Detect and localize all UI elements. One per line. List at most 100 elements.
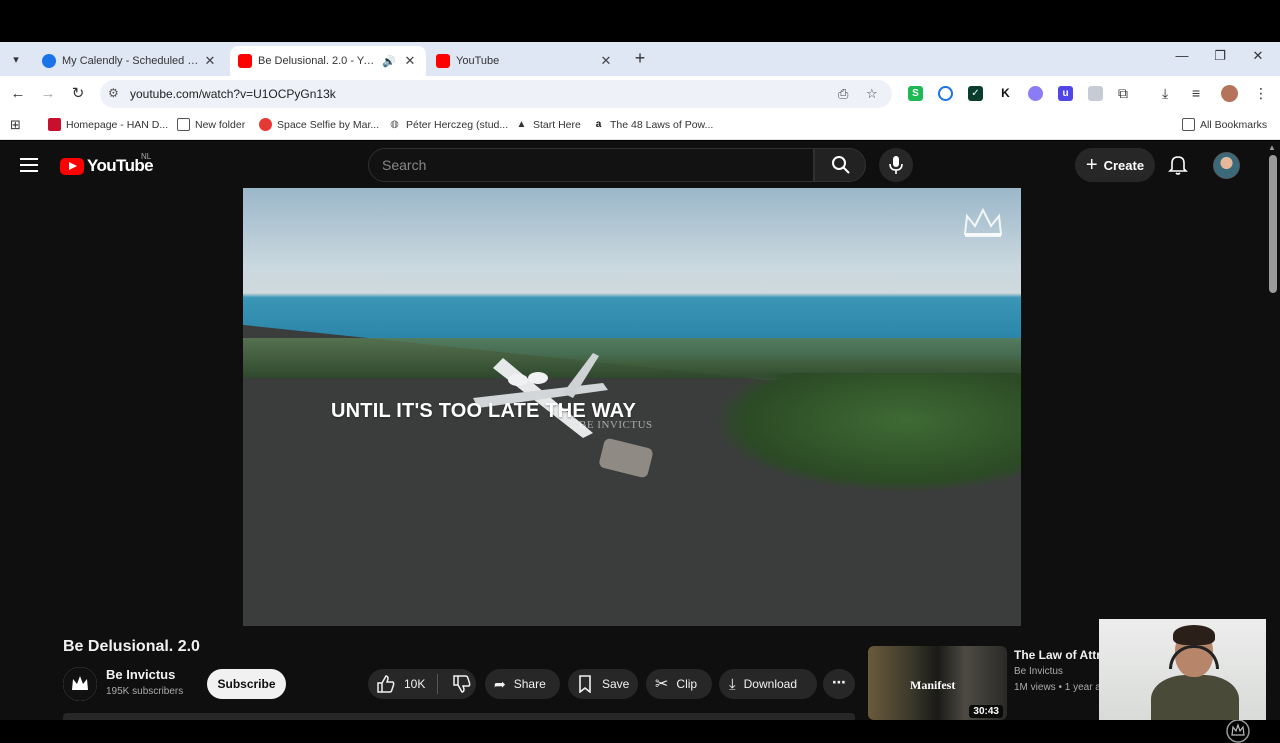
- youtube-favicon-icon: [436, 54, 450, 68]
- airplane-graphic: [473, 353, 608, 438]
- share-button[interactable]: ➦ Share: [485, 669, 560, 699]
- account-avatar[interactable]: [1213, 152, 1240, 179]
- notifications-bell-icon[interactable]: [1168, 154, 1188, 176]
- thumbs-down-icon[interactable]: [452, 674, 472, 694]
- scroll-up-icon[interactable]: ▲: [1268, 143, 1276, 152]
- download-icon: ⤓: [729, 675, 736, 693]
- extension-s-icon[interactable]: S: [908, 86, 923, 101]
- forward-icon[interactable]: →: [38, 84, 58, 104]
- extensions-puzzle-icon[interactable]: ⧉: [1118, 85, 1128, 102]
- reload-icon[interactable]: ↻: [68, 84, 88, 104]
- bookmark-star-icon[interactable]: ☆: [866, 86, 878, 102]
- bookmark-item[interactable]: Homepage - HAN D...: [48, 118, 168, 131]
- scissors-icon: ✂: [655, 676, 669, 693]
- restore-icon[interactable]: ❐: [1206, 48, 1234, 68]
- tab-search-button[interactable]: ▾: [6, 50, 26, 70]
- new-tab-button[interactable]: +: [630, 48, 650, 68]
- bookmark-label: The 48 Laws of Pow...: [610, 118, 714, 131]
- tab-label: Be Delusional. 2.0 - YouTube: [258, 55, 376, 67]
- recommended-channel[interactable]: Be Invictus: [1014, 666, 1063, 677]
- channel-name[interactable]: Be Invictus: [106, 667, 175, 682]
- extension-shield-icon[interactable]: [1088, 86, 1103, 101]
- video-player[interactable]: UNTIL IT'S TOO LATE THE WAY BE INVICTUS: [243, 188, 1021, 626]
- subscribe-button[interactable]: Subscribe: [207, 669, 286, 699]
- video-title: Be Delusional. 2.0: [63, 638, 200, 655]
- bookmark-label: New folder: [195, 118, 246, 131]
- thumbnail-text: Manifest: [910, 678, 956, 692]
- more-actions-icon[interactable]: ⋯: [823, 669, 855, 699]
- tab-youtube[interactable]: YouTube ✕: [428, 46, 622, 76]
- create-label: Create: [1103, 157, 1145, 173]
- site-info-icon[interactable]: ⚙: [108, 86, 119, 100]
- tab-calendly[interactable]: My Calendly - Scheduled Events ✕: [34, 46, 226, 76]
- extension-calendly-icon[interactable]: [938, 86, 953, 101]
- close-window-icon[interactable]: ✕: [1244, 48, 1272, 68]
- thumbs-up-icon: [377, 675, 395, 693]
- bookmark-label: Space Selfie by Mar...: [277, 118, 380, 131]
- extension-check-icon[interactable]: ✓: [968, 86, 983, 101]
- media-controls-icon[interactable]: ≡: [1192, 85, 1200, 101]
- save-button[interactable]: Save: [568, 669, 638, 699]
- folder-icon: [1182, 118, 1195, 131]
- page-scrollbar[interactable]: ▲: [1266, 141, 1280, 720]
- scrollbar-thumb[interactable]: [1269, 155, 1277, 293]
- chrome-menu-icon[interactable]: ⋮: [1254, 85, 1268, 102]
- bookmark-item[interactable]: Space Selfie by Mar...: [259, 118, 379, 131]
- webcam-person-hair: [1173, 625, 1215, 645]
- recommended-title[interactable]: The Law of Attra: [1014, 648, 1108, 662]
- tab-label: YouTube: [456, 55, 500, 67]
- close-tab-icon[interactable]: ✕: [402, 53, 418, 69]
- save-label: Save: [602, 677, 630, 691]
- close-tab-icon[interactable]: ✕: [202, 53, 218, 69]
- bookmark-item[interactable]: a The 48 Laws of Pow...: [592, 118, 714, 131]
- tab-be-delusional[interactable]: Be Delusional. 2.0 - YouTube 🔊 ✕: [230, 46, 426, 76]
- apps-grid-icon[interactable]: ⊞: [10, 117, 21, 133]
- description-box[interactable]: [63, 713, 855, 720]
- branding-crown-icon[interactable]: [1226, 719, 1250, 743]
- voice-search-button[interactable]: [879, 148, 913, 182]
- recommended-thumbnail[interactable]: Manifest 30:43: [868, 646, 1007, 720]
- bookmark-item[interactable]: New folder: [177, 118, 245, 131]
- browser-toolbar: ← → ↻ ⚙ youtube.com/watch?v=U1OCPyGn13k …: [0, 76, 1280, 112]
- install-app-icon[interactable]: ⎙: [838, 86, 848, 102]
- back-icon[interactable]: ←: [8, 84, 28, 104]
- bookmark-label: Start Here: [533, 118, 581, 131]
- extension-cloud-icon[interactable]: [1028, 86, 1043, 101]
- search-input[interactable]: Search: [368, 148, 814, 182]
- country-code: NL: [141, 152, 152, 161]
- speaker-icon[interactable]: 🔊: [382, 55, 396, 68]
- recommended-meta: 1M views • 1 year a: [1014, 682, 1101, 693]
- extension-k-icon[interactable]: K: [998, 86, 1013, 101]
- like-button[interactable]: 10K: [376, 674, 436, 694]
- search-placeholder: Search: [382, 157, 427, 173]
- create-button[interactable]: + Create: [1075, 148, 1155, 182]
- clip-button[interactable]: ✂ Clip: [646, 669, 712, 699]
- subscriber-count: 195K subscribers: [106, 686, 184, 697]
- bookmarks-bar: ⊞ Homepage - HAN D... New folder Space S…: [0, 112, 1280, 140]
- url-text[interactable]: youtube.com/watch?v=U1OCPyGn13k: [130, 87, 336, 101]
- bookmark-item[interactable]: ▲ Start Here: [515, 118, 581, 131]
- video-trees: [713, 373, 1021, 493]
- search-button[interactable]: [814, 148, 866, 182]
- bookmark-item[interactable]: ◍ Péter Herczeg (stud...: [388, 118, 508, 131]
- video-watermark: BE INVICTUS: [579, 419, 653, 431]
- close-tab-icon[interactable]: ✕: [598, 53, 614, 69]
- all-bookmarks-label: All Bookmarks: [1200, 118, 1268, 131]
- share-label: Share: [513, 677, 546, 691]
- menu-icon[interactable]: [20, 154, 38, 174]
- youtube-favicon-icon: [238, 54, 252, 68]
- address-bar[interactable]: ⚙ youtube.com/watch?v=U1OCPyGn13k ⎙ ☆: [100, 80, 892, 108]
- all-bookmarks-button[interactable]: All Bookmarks: [1182, 118, 1267, 131]
- download-button[interactable]: ⤓ Download: [719, 669, 817, 699]
- bookmark-icon: [579, 675, 591, 693]
- share-icon: ➦: [494, 675, 506, 692]
- microphone-icon: [889, 156, 903, 174]
- calendly-favicon-icon: [42, 54, 56, 68]
- folder-icon: [177, 118, 190, 131]
- downloads-icon[interactable]: ⤓: [1162, 85, 1168, 102]
- minimize-icon[interactable]: —: [1168, 48, 1196, 68]
- extension-u-icon[interactable]: u: [1058, 86, 1073, 101]
- profile-avatar-icon[interactable]: [1221, 85, 1238, 102]
- channel-avatar[interactable]: [63, 667, 97, 701]
- youtube-logo[interactable]: YouTube: [60, 156, 154, 176]
